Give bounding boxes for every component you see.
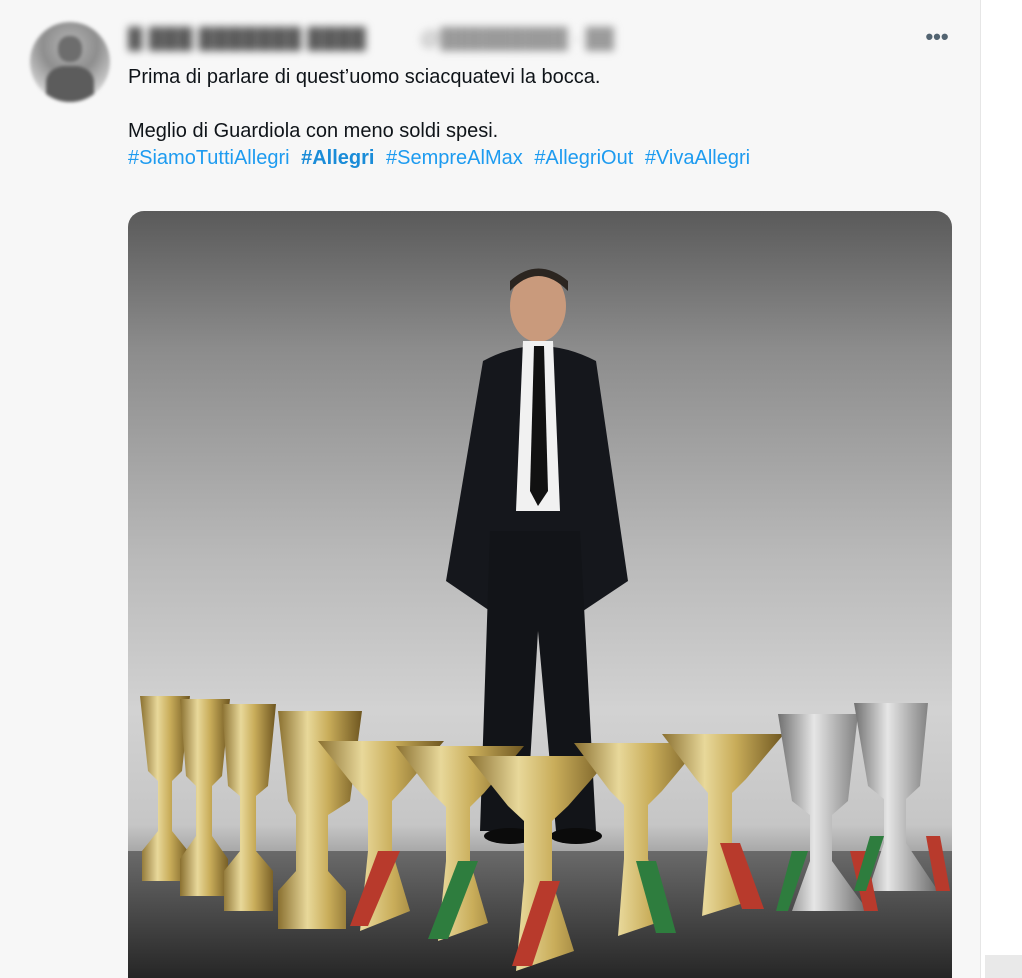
hashtag-list: #SiamoTuttiAllegri #Allegri #SempreAlMax… xyxy=(128,145,948,172)
tweet-text-spacer xyxy=(128,91,948,118)
user-handle[interactable]: @█████████ · ██ xyxy=(420,28,614,50)
user-avatar[interactable] xyxy=(30,22,110,102)
hashtag-allegriout[interactable]: #AllegriOut xyxy=(534,147,633,169)
hashtag-allegri[interactable]: #Allegri xyxy=(301,147,374,169)
hashtag-sempremax[interactable]: #SempreAlMax xyxy=(386,147,523,169)
more-options-button[interactable]: ••• xyxy=(920,26,954,54)
tweet-text-line-1: Prima di parlare di quest’uomo sciacquat… xyxy=(128,66,601,88)
tweet-text: Prima di parlare di quest’uomo sciacquat… xyxy=(128,64,948,172)
tweet-card[interactable]: █ ███ ███████ ████ @█████████ · ██ ••• P… xyxy=(0,0,981,978)
tweet-media-photo[interactable] xyxy=(128,211,952,978)
corner-overlay xyxy=(985,955,1022,978)
hashtag-vivaallegri[interactable]: #VivaAllegri xyxy=(645,147,750,169)
hashtag-siamotuttiallegri[interactable]: #SiamoTuttiAllegri xyxy=(128,147,290,169)
tweet-text-line-2: Meglio di Guardiola con meno soldi spesi… xyxy=(128,120,499,142)
photo-man-with-trophies-icon xyxy=(128,268,952,978)
user-name[interactable]: █ ███ ███████ ████ xyxy=(128,28,366,50)
